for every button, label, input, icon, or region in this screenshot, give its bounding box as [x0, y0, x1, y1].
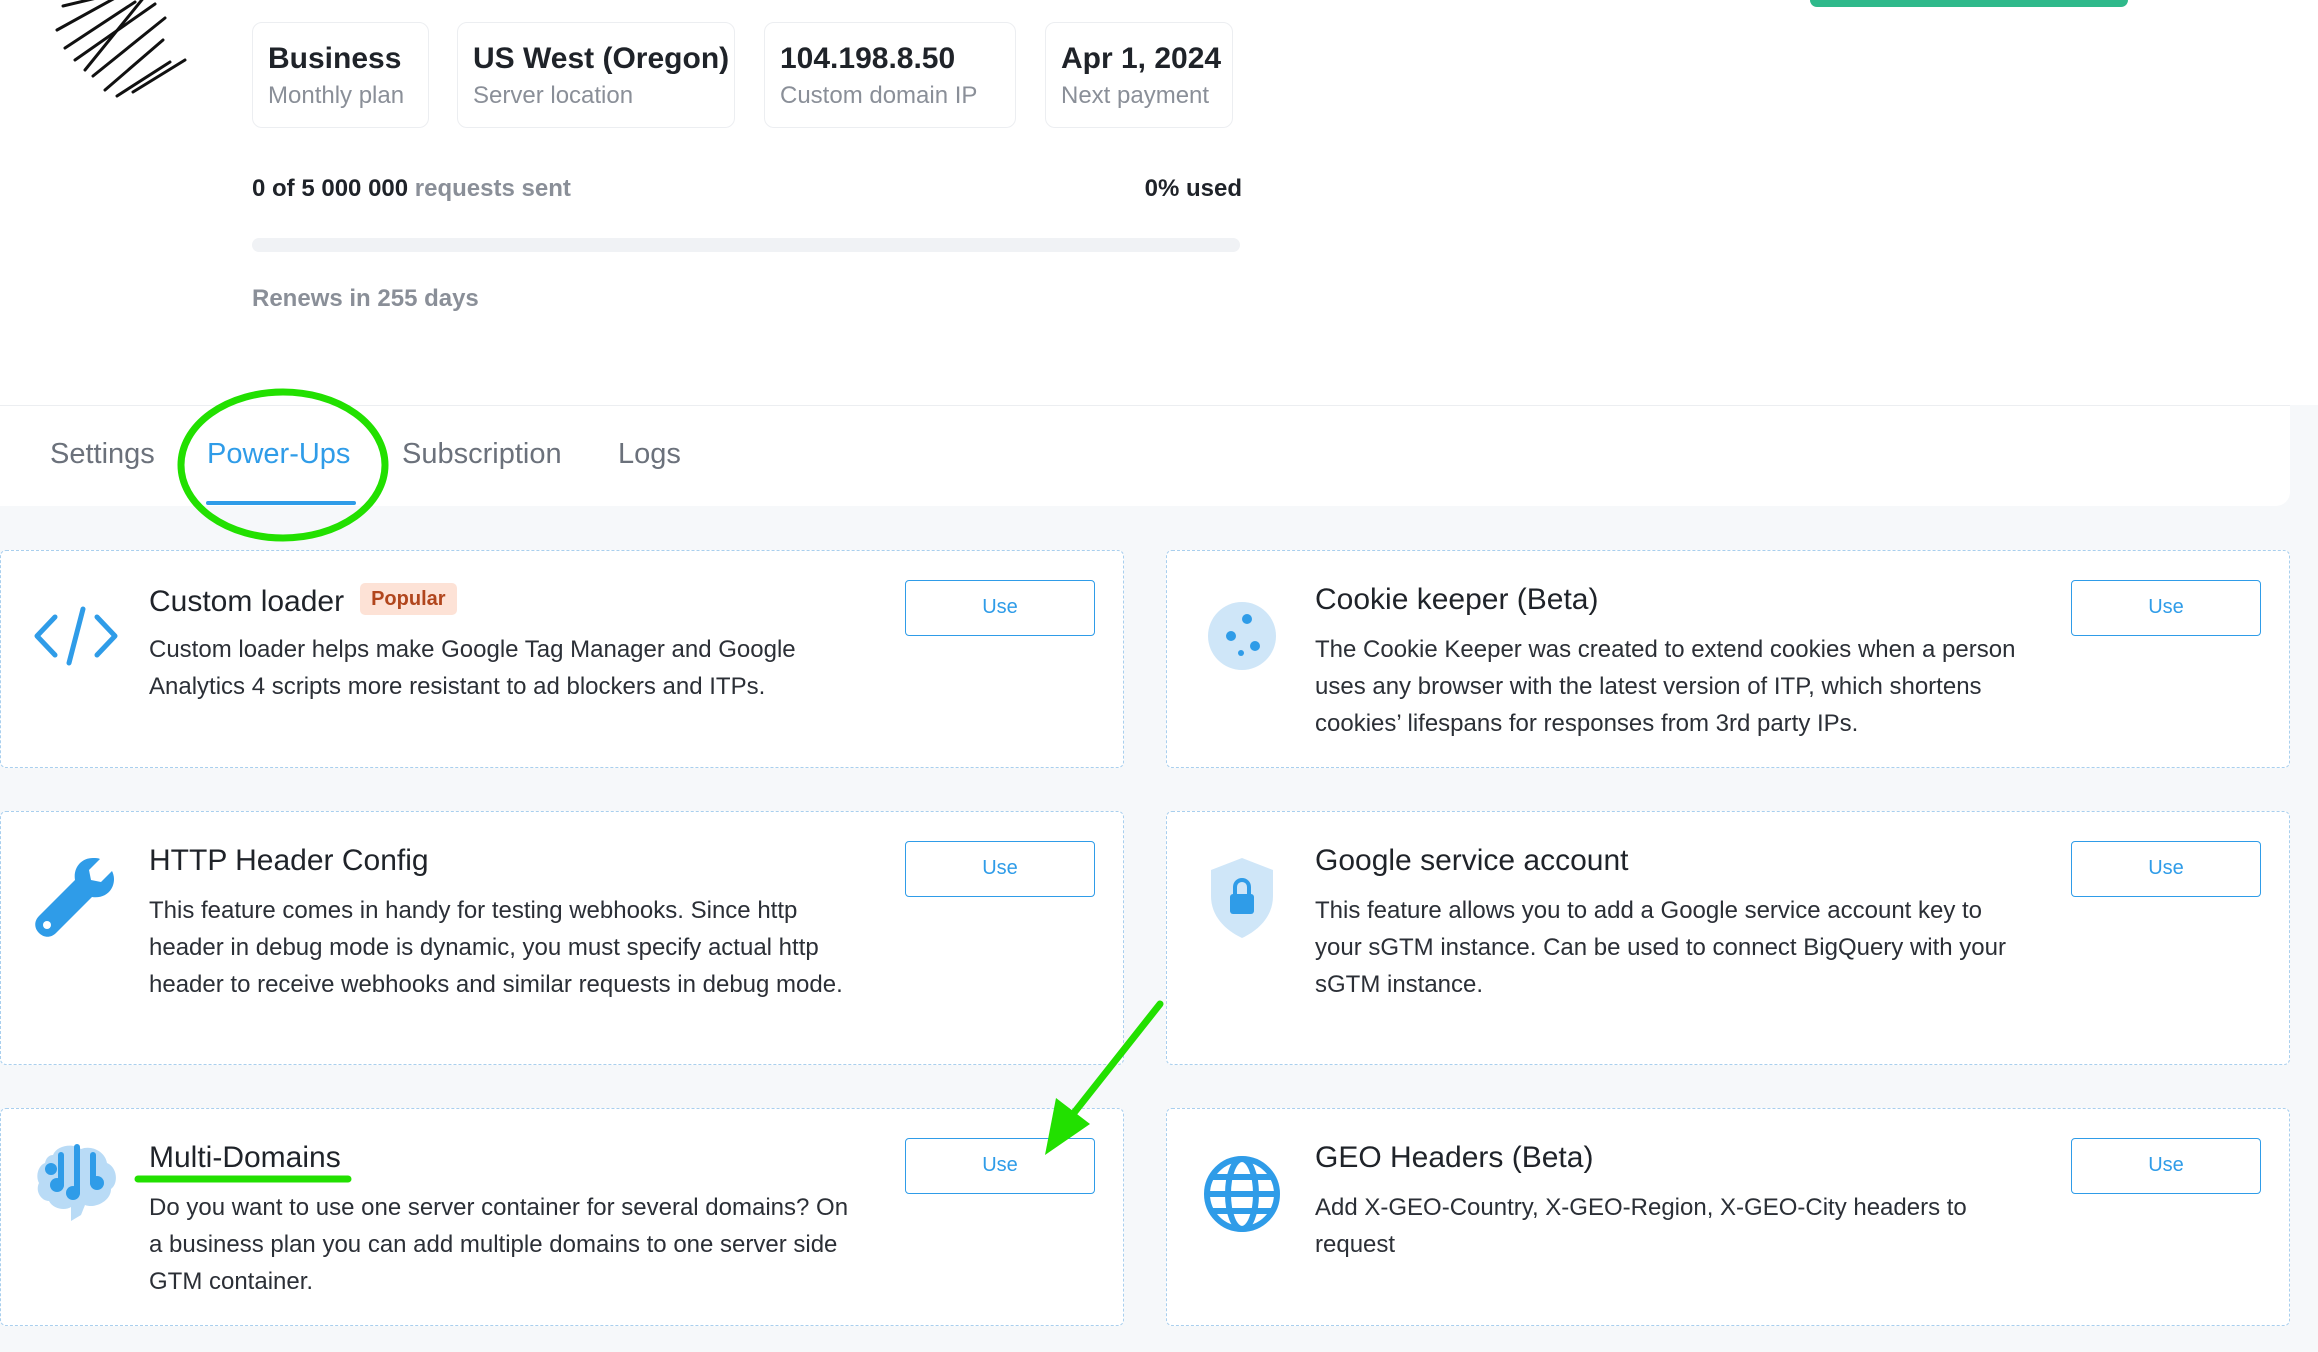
popular-badge: Popular: [360, 583, 457, 615]
tab-settings[interactable]: Settings: [50, 438, 155, 471]
powerup-title: GEO Headers (Beta): [1315, 1141, 1594, 1174]
tab-logs[interactable]: Logs: [618, 438, 681, 471]
renews-text: Renews in 255 days: [252, 285, 479, 312]
use-google-service-account-button[interactable]: Use: [2071, 841, 2261, 897]
plan-value: Business: [268, 42, 402, 75]
powerup-title: Multi-Domains: [149, 1141, 341, 1174]
server-location-card: US West (Oregon) Server location: [457, 22, 735, 128]
plan-card: Business Monthly plan: [252, 22, 429, 128]
usage-percent: 0% used: [1144, 175, 1242, 202]
powerup-description: Add X-GEO-Country, X-GEO-Region, X-GEO-C…: [1315, 1194, 1967, 1258]
brain-icon: [37, 1144, 116, 1221]
powerup-title: HTTP Header Config: [149, 844, 429, 877]
next-payment-card: Apr 1, 2024 Next payment: [1045, 22, 1233, 128]
custom-domain-ip-label: Custom domain IP: [780, 82, 978, 109]
wrench-icon: [35, 858, 114, 937]
custom-domain-ip-card: 104.198.8.50 Custom domain IP: [764, 22, 1016, 128]
powerup-description: The Cookie Keeper was created to extend …: [1315, 636, 2016, 737]
use-http-header-config-button[interactable]: Use: [905, 841, 1095, 897]
powerup-card-geo-headers: GEO Headers (Beta) Add X-GEO-Country, X-…: [1166, 1108, 2290, 1326]
usage-count: 0 of 5 000 000: [252, 175, 409, 202]
powerup-card-multi-domains: Multi-Domains Do you want to use one ser…: [0, 1108, 1124, 1326]
tab-power-ups[interactable]: Power-Ups: [207, 438, 350, 471]
powerup-card-google-service-account: Google service account This feature allo…: [1166, 811, 2290, 1065]
usage-row: 0 of 5 000 000 requests sent 0% used: [252, 175, 1242, 211]
use-cookie-keeper-button[interactable]: Use: [2071, 580, 2261, 636]
powerup-description: Do you want to use one server container …: [149, 1194, 849, 1295]
powerup-card-http-header-config: HTTP Header Config This feature comes in…: [0, 811, 1124, 1065]
plan-label: Monthly plan: [268, 82, 405, 109]
primary-action-button[interactable]: [1810, 0, 2128, 7]
server-location-label: Server location: [473, 82, 634, 109]
powerup-card-cookie-keeper: Cookie keeper (Beta) The Cookie Keeper w…: [1166, 550, 2290, 768]
tab-subscription[interactable]: Subscription: [402, 438, 562, 471]
globe-icon: [1204, 1156, 1280, 1232]
next-payment-label: Next payment: [1061, 82, 1210, 109]
powerup-description: Custom loader helps make Google Tag Mana…: [149, 636, 796, 700]
shield-lock-icon: [1211, 858, 1273, 938]
powerup-title: Google service account: [1315, 844, 1629, 877]
server-location-value: US West (Oregon): [473, 42, 730, 75]
tab-bar: Settings Power-Ups Subscription Logs: [0, 405, 2290, 506]
use-geo-headers-button[interactable]: Use: [2071, 1138, 2261, 1194]
powerup-description: This feature allows you to add a Google …: [1315, 897, 2006, 998]
custom-domain-ip-value: 104.198.8.50: [780, 42, 956, 75]
next-payment-value: Apr 1, 2024: [1061, 42, 1222, 75]
powerup-title: Custom loader Popular: [149, 583, 457, 619]
powerup-card-custom-loader: Custom loader Popular Custom loader helps…: [0, 550, 1124, 768]
powerup-title: Cookie keeper (Beta): [1315, 583, 1599, 616]
usage-progress-bar: [252, 238, 1240, 252]
use-multi-domains-button[interactable]: Use: [905, 1138, 1095, 1194]
powerup-description: This feature comes in handy for testing …: [149, 897, 843, 998]
code-icon: [34, 606, 118, 666]
active-tab-indicator: [206, 501, 356, 505]
cookie-icon: [1208, 602, 1276, 670]
usage-suffix: requests sent: [414, 175, 571, 202]
use-custom-loader-button[interactable]: Use: [905, 580, 1095, 636]
logo-scribble: [55, 0, 187, 98]
